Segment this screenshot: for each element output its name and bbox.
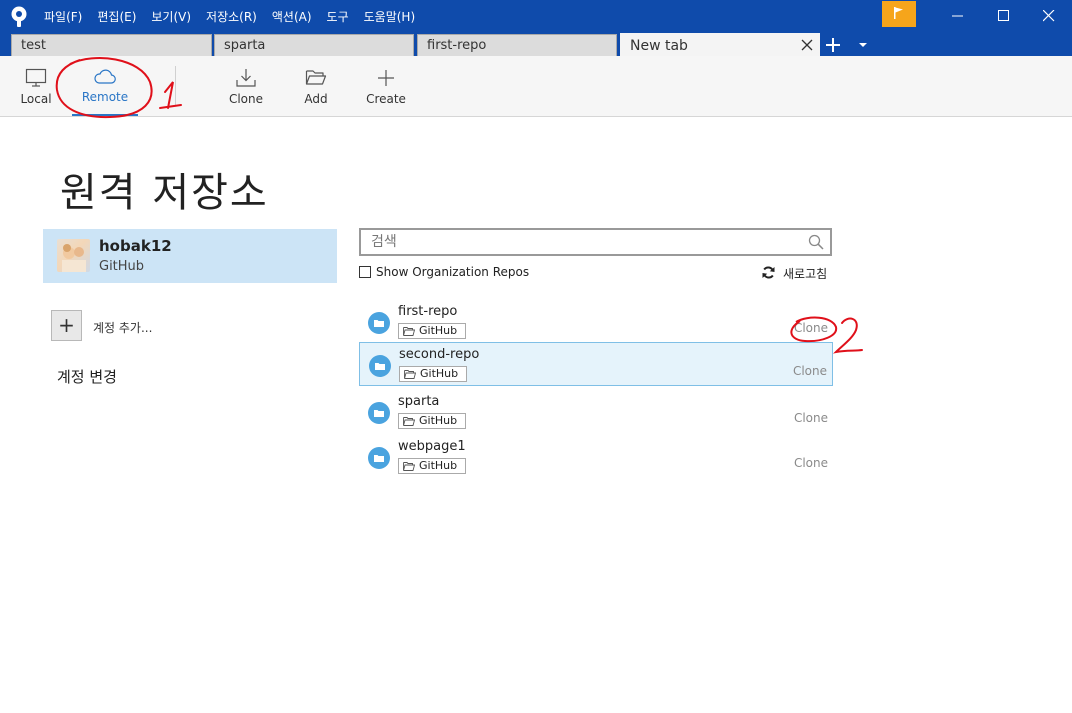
tab-label: first-repo: [427, 38, 487, 53]
search-icon: [808, 234, 824, 250]
tab-first-repo[interactable]: first-repo: [417, 34, 617, 56]
repo-name: second-repo: [399, 347, 480, 362]
repo-source-badge: GitHub: [399, 366, 467, 382]
add-label: Add: [304, 92, 328, 106]
minimize-button[interactable]: [935, 0, 981, 32]
tab-label: sparta: [224, 38, 266, 53]
close-window-button[interactable]: [1026, 0, 1072, 32]
close-icon: [1043, 10, 1055, 22]
tab-new-tab[interactable]: New tab: [620, 33, 820, 57]
close-tab-icon[interactable]: [801, 39, 813, 51]
menu-help[interactable]: 도움말(H): [364, 8, 416, 25]
repo-row[interactable]: sparta GitHub Clone: [359, 390, 833, 434]
menu-file[interactable]: 파일(F): [44, 8, 82, 25]
search-input[interactable]: [359, 228, 832, 256]
add-tab-icon[interactable]: [823, 36, 843, 54]
folder-icon: [403, 462, 415, 471]
repo-source-badge: GitHub: [398, 458, 466, 474]
tab-strip: test sparta first-repo New tab: [0, 32, 1072, 57]
add-account-button[interactable]: +: [51, 310, 82, 341]
refresh-icon[interactable]: [762, 266, 775, 279]
create-button[interactable]: Create: [364, 56, 408, 116]
repo-clone-button[interactable]: Clone: [794, 411, 828, 425]
repo-clone-button[interactable]: Clone: [794, 456, 828, 470]
menu-edit[interactable]: 편집(E): [97, 8, 136, 25]
folder-icon: [404, 370, 416, 379]
menu-repository[interactable]: 저장소(R): [206, 8, 257, 25]
add-button[interactable]: Add: [296, 56, 336, 116]
remote-label: Remote: [81, 90, 129, 104]
repo-name: first-repo: [398, 304, 458, 319]
org-repos-checkbox[interactable]: [359, 266, 371, 278]
maximize-icon: [998, 10, 1009, 21]
repo-folder-icon: [368, 312, 390, 334]
tab-test[interactable]: test: [11, 34, 212, 56]
change-account-label[interactable]: 계정 변경: [57, 366, 117, 387]
download-icon: [236, 69, 256, 87]
toolbar: Local Remote Clone Add Create: [0, 56, 1072, 117]
menu-tools[interactable]: 도구: [327, 8, 349, 25]
folder-icon: [403, 327, 415, 336]
title-bar: 파일(F) 편집(E) 보기(V) 저장소(R) 액션(A) 도구 도움말(H): [0, 0, 1072, 32]
repo-row[interactable]: first-repo GitHub Clone: [359, 300, 833, 344]
minimize-icon: [952, 15, 963, 17]
menu-view[interactable]: 보기(V): [151, 8, 191, 25]
tab-label: New tab: [630, 38, 688, 54]
avatar: [57, 239, 90, 272]
repo-source-badge: GitHub: [398, 323, 466, 339]
repo-source-badge: GitHub: [398, 413, 466, 429]
page-title: 원격 저장소: [60, 170, 269, 216]
repo-badge-label: GitHub: [420, 367, 459, 380]
add-account-label[interactable]: 계정 추가...: [93, 319, 152, 336]
cloud-icon: [94, 69, 116, 84]
sourcetree-logo-icon: [11, 6, 27, 27]
clone-button[interactable]: Clone: [224, 56, 268, 116]
folder-icon: [403, 417, 415, 426]
account-item[interactable]: hobak12 GitHub: [43, 229, 337, 283]
menu-bar: 파일(F) 편집(E) 보기(V) 저장소(R) 액션(A) 도구 도움말(H): [44, 0, 430, 32]
menu-actions[interactable]: 액션(A): [272, 8, 312, 25]
repo-row[interactable]: second-repo GitHub Clone: [359, 342, 833, 386]
toolbar-divider: [175, 66, 176, 106]
repo-badge-label: GitHub: [419, 324, 458, 337]
tab-label: test: [21, 38, 46, 53]
repo-clone-button[interactable]: Clone: [794, 321, 828, 335]
annotation-number-2: [832, 317, 863, 354]
flag-button[interactable]: [882, 1, 916, 27]
remote-button[interactable]: Remote: [70, 56, 140, 116]
monitor-icon: [25, 68, 47, 87]
repo-folder-icon: [368, 402, 390, 424]
plus-icon: [378, 70, 394, 86]
repo-badge-label: GitHub: [419, 459, 458, 472]
flag-icon: [894, 7, 903, 19]
org-repos-label[interactable]: Show Organization Repos: [376, 265, 529, 279]
account-name: hobak12: [99, 237, 172, 255]
chevron-down-icon[interactable]: [857, 40, 869, 50]
local-button[interactable]: Local: [14, 56, 58, 116]
account-service: GitHub: [99, 259, 145, 274]
repo-badge-label: GitHub: [419, 414, 458, 427]
refresh-label[interactable]: 새로고침: [783, 265, 827, 282]
repo-folder-icon: [369, 355, 391, 377]
repo-folder-icon: [368, 447, 390, 469]
repo-clone-button[interactable]: Clone: [793, 364, 827, 378]
repo-row[interactable]: webpage1 GitHub Clone: [359, 435, 833, 479]
maximize-button[interactable]: [981, 0, 1027, 32]
repo-name: sparta: [398, 394, 440, 409]
local-label: Local: [20, 92, 52, 106]
create-label: Create: [366, 92, 406, 106]
folder-open-icon: [305, 70, 327, 85]
avatar-image: [62, 244, 86, 272]
clone-label: Clone: [228, 92, 264, 106]
repo-name: webpage1: [398, 439, 466, 454]
tab-sparta[interactable]: sparta: [214, 34, 414, 56]
